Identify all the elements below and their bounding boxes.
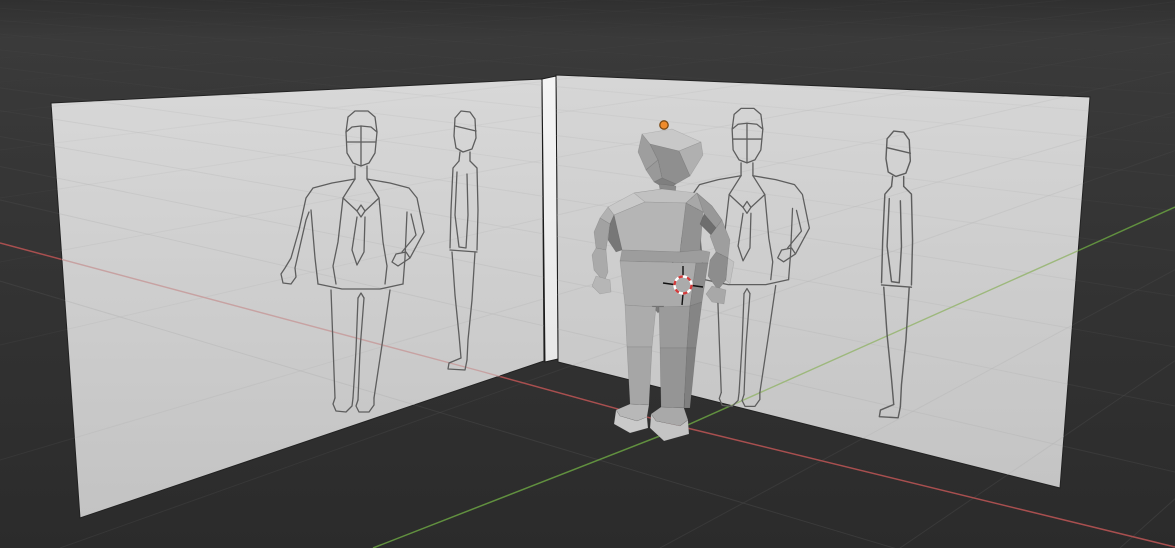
reference-plane-edge[interactable] <box>542 76 558 362</box>
viewport-canvas <box>0 0 1175 548</box>
object-origin-point[interactable] <box>660 121 668 129</box>
viewport-3d[interactable] <box>0 0 1175 548</box>
